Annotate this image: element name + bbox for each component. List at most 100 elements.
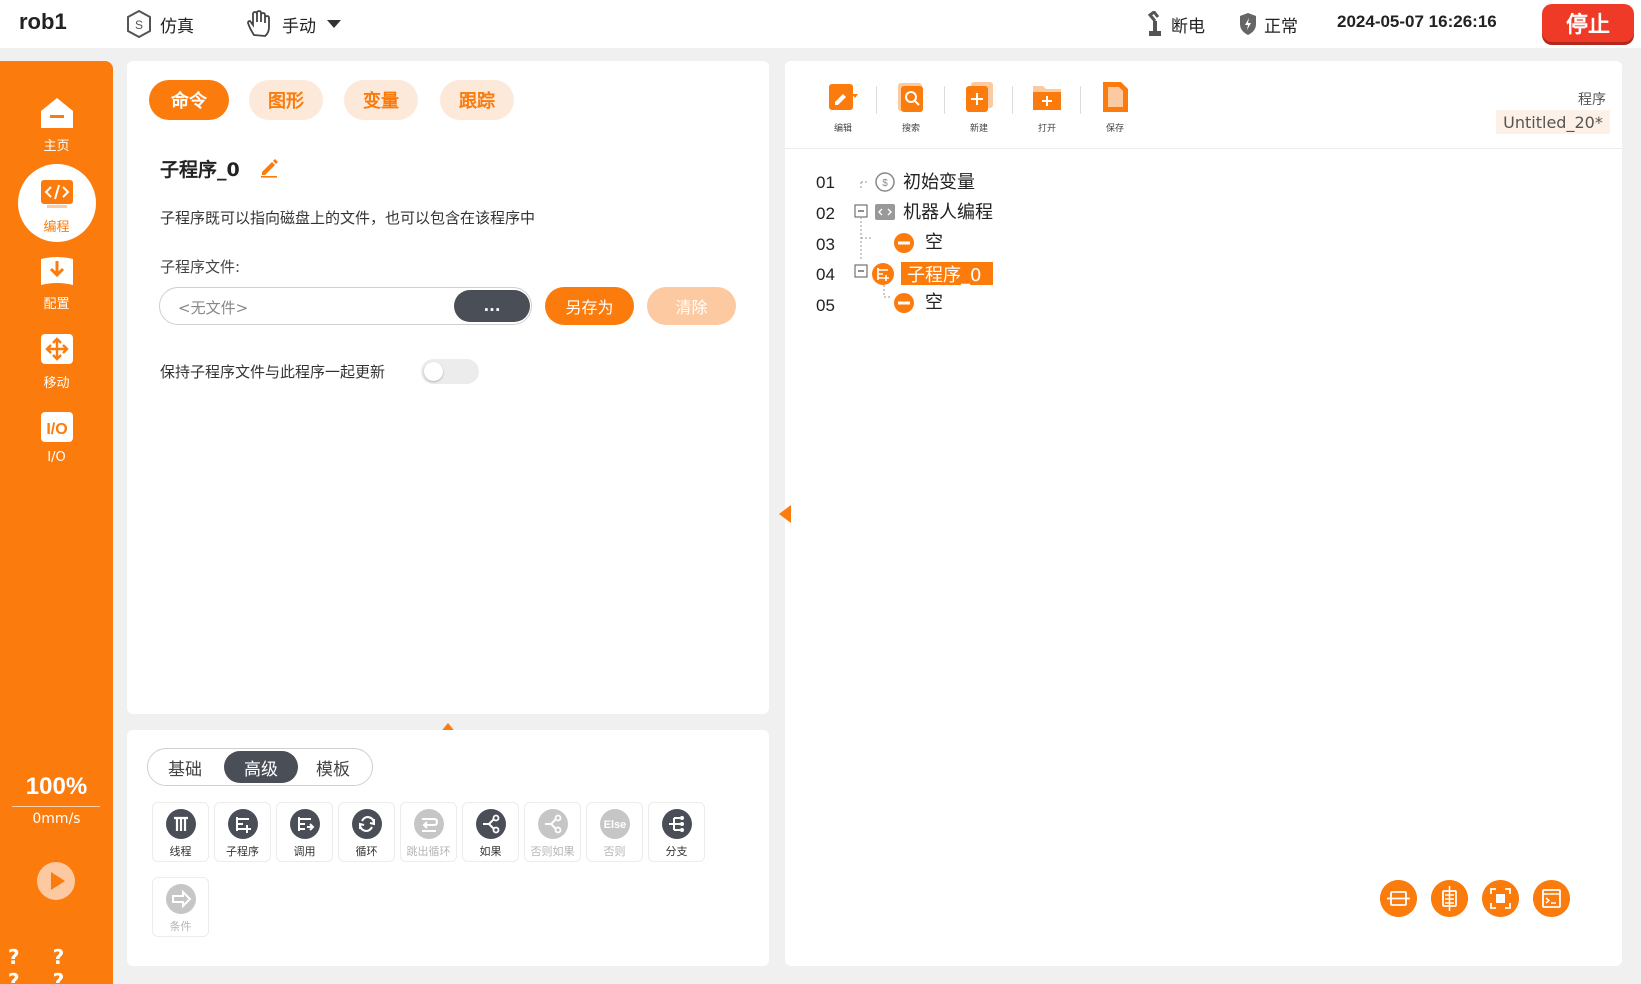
toolbar-edit[interactable]: 编辑	[813, 80, 873, 134]
tree-line-number: 01	[816, 173, 835, 192]
tab-trace[interactable]: 跟踪	[440, 80, 514, 120]
fit-screen-icon[interactable]	[1482, 880, 1519, 917]
command-if-label: 如果	[479, 845, 502, 858]
subprogram-title: 子程序_0	[160, 159, 240, 181]
toolbar-new[interactable]: 新建	[949, 80, 1009, 134]
tree-node-empty[interactable]: 空	[925, 288, 943, 314]
stop-button[interactable]: 停止	[1542, 4, 1634, 42]
tree-node-init-variables[interactable]: 初始变量	[903, 168, 975, 194]
condition-icon	[165, 884, 196, 914]
robot-program-icon	[875, 204, 895, 220]
chevron-down-icon	[327, 20, 341, 28]
toggle-knob	[424, 362, 443, 381]
empty-node-icon	[894, 233, 914, 253]
program-panel	[785, 61, 1622, 966]
save-icon	[1103, 82, 1128, 112]
command-break-loop-label: 跳出循环	[406, 845, 451, 858]
variables-icon: $	[875, 172, 895, 192]
program-divider	[785, 148, 1622, 149]
nav-item-home[interactable]: 主页	[0, 89, 113, 159]
tree-node-empty[interactable]: 空	[925, 228, 943, 254]
command-call[interactable]: 调用	[276, 802, 333, 862]
toolbar-separator	[1012, 86, 1013, 114]
left-nav: 主页 编程 配置 移动 I/O I/O 100% 0mm/s ? ? ? ?	[0, 61, 113, 984]
save-as-button[interactable]: 另存为	[545, 287, 634, 325]
edit-icon	[829, 84, 858, 110]
nav-item-programming[interactable]: 编程	[0, 164, 113, 242]
command-if[interactable]: 如果	[462, 802, 519, 862]
expand-vertical-icon[interactable]	[1431, 880, 1468, 917]
command-else[interactable]: Else 否则	[586, 802, 643, 862]
datetime: 2024-05-07 16:26:16	[1337, 12, 1497, 31]
command-elseif-label: 否则如果	[530, 845, 575, 858]
command-condition[interactable]: 条件	[152, 877, 209, 937]
toolbar-search[interactable]: 搜索	[881, 80, 941, 134]
help-marks[interactable]: ? ? ? ?	[8, 945, 113, 984]
command-loop-label: 循环	[355, 845, 378, 858]
command-thread[interactable]: 线程	[152, 802, 209, 862]
tab-variables[interactable]: 变量	[344, 80, 418, 120]
nav-item-move[interactable]: 移动	[0, 326, 113, 396]
tree-line-number: 05	[816, 296, 835, 315]
browse-button[interactable]: ...	[454, 290, 530, 322]
play-icon[interactable]	[36, 861, 76, 901]
toolbar-save-label: 保存	[1105, 124, 1124, 134]
nav-item-config[interactable]: 配置	[0, 247, 113, 317]
nav-label-io: I/O	[47, 450, 66, 465]
search-icon	[898, 83, 923, 112]
simulation-mode-button[interactable]: S 仿真	[124, 9, 194, 39]
top-bar: rob1 S 仿真 手动 断电 正常 2024-05-07 16:26:16 停…	[0, 0, 1641, 48]
new-file-icon	[966, 82, 993, 112]
safety-status: 正常	[1238, 10, 1298, 38]
manual-mode-label: 手动	[282, 16, 316, 37]
toolbar-search-label: 搜索	[901, 124, 920, 134]
manual-mode-dropdown[interactable]: 手动	[244, 10, 342, 38]
command-loop[interactable]: 循环	[338, 802, 395, 862]
toolbar-open-label: 打开	[1037, 124, 1056, 134]
toolbar-open[interactable]: 打开	[1017, 80, 1077, 134]
clear-button[interactable]: 清除	[647, 287, 736, 325]
subprogram-icon	[227, 809, 258, 839]
collapse-left-arrow[interactable]	[779, 505, 791, 523]
tab-graphics[interactable]: 图形	[249, 80, 323, 120]
toolbar-save[interactable]: 保存	[1085, 80, 1145, 134]
pencil-icon[interactable]	[258, 156, 280, 178]
power-status: 断电	[1145, 10, 1205, 38]
simulation-icon: S	[127, 9, 151, 39]
thread-icon	[165, 809, 196, 839]
tree-node-subprogram-selected[interactable]: 子程序_0	[901, 262, 993, 286]
command-elseif[interactable]: 否则如果	[524, 802, 581, 862]
command-switch[interactable]: 分支	[648, 802, 705, 862]
svg-text:I/O: I/O	[46, 421, 67, 438]
home-icon	[40, 98, 73, 128]
call-icon	[289, 809, 320, 839]
command-subprogram[interactable]: 子程序	[214, 802, 271, 862]
nav-label-home: 主页	[43, 139, 70, 154]
speed-divider	[12, 806, 100, 807]
config-icon	[40, 257, 73, 285]
speed-percent[interactable]: 100%	[0, 773, 113, 801]
loop-icon	[351, 809, 382, 839]
file-placeholder: <无文件>	[178, 299, 249, 317]
palette-segment-control: 基础 高级 模板	[147, 748, 373, 786]
move-icon	[40, 334, 73, 364]
program-name: Untitled_20*	[1496, 110, 1610, 134]
terminal-icon[interactable]	[1533, 880, 1570, 917]
tree-line-number: 03	[816, 235, 835, 254]
command-thread-label: 线程	[169, 845, 192, 858]
hand-icon	[247, 10, 270, 37]
keep-updated-toggle[interactable]	[421, 359, 479, 384]
io-icon: I/O	[40, 412, 73, 442]
expand-horizontal-icon[interactable]	[1380, 880, 1417, 917]
else-icon-text: Else	[603, 819, 626, 831]
segment-template[interactable]: 模板	[300, 751, 366, 783]
segment-advanced[interactable]: 高级	[224, 751, 298, 783]
simulation-mode-label: 仿真	[160, 16, 194, 37]
segment-basic[interactable]: 基础	[152, 751, 218, 783]
keep-updated-label: 保持子程序文件与此程序一起更新	[160, 363, 386, 381]
tab-command[interactable]: 命令	[149, 80, 229, 120]
nav-item-io[interactable]: I/O I/O	[0, 404, 113, 474]
command-break-loop[interactable]: 跳出循环	[400, 802, 457, 862]
tree-node-robot-program[interactable]: 机器人编程	[903, 198, 993, 224]
safety-status-label: 正常	[1264, 16, 1298, 37]
